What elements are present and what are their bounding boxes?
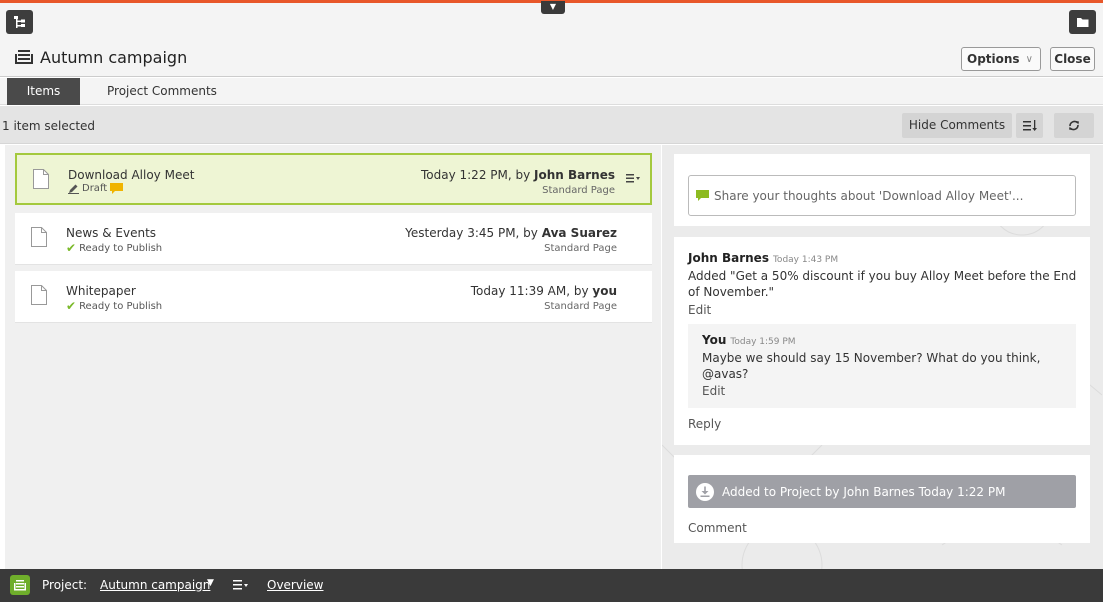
activity-card: Added to Project by John Barnes Today 1:… (674, 455, 1090, 543)
page-icon (33, 169, 49, 189)
options-label: Options (967, 52, 1020, 66)
caret-down-icon[interactable]: ▼ (207, 578, 214, 588)
caret-down-icon: ▼ (549, 2, 557, 11)
refresh-button[interactable] (1054, 113, 1094, 138)
reply-author: You (702, 333, 727, 347)
item-status: ✔ Ready to Publish (66, 299, 162, 313)
reply-header: You Today 1:59 PM (702, 333, 796, 347)
activity-banner: Added to Project by John Barnes Today 1:… (688, 475, 1076, 508)
comment-author: John Barnes (688, 251, 769, 265)
item-modified: Today 1:22 PM, by John Barnes (420, 168, 615, 182)
status-label: Draft (82, 183, 108, 194)
overview-link[interactable]: Overview (267, 578, 324, 592)
reply-comment: You Today 1:59 PM Maybe we should say 15 … (688, 324, 1076, 408)
close-button[interactable]: Close (1050, 47, 1095, 71)
comment-input[interactable]: Share your thoughts about 'Download Allo… (688, 175, 1076, 216)
check-icon: ✔ (66, 241, 77, 255)
sort-button[interactable] (1016, 113, 1043, 138)
edit-comment-link[interactable]: Edit (688, 303, 711, 317)
project-icon (15, 50, 33, 64)
toggle-panel-button[interactable]: ▼ (541, 1, 565, 14)
chevron-down-icon: ∨ (1025, 53, 1033, 65)
item-status: Draft (68, 183, 124, 194)
folder-icon (1077, 18, 1089, 27)
download-icon (696, 482, 714, 501)
selection-count: 1 item selected (2, 119, 96, 133)
status-label: Ready to Publish (79, 300, 163, 312)
options-button[interactable]: Options ∨ (961, 47, 1041, 71)
list-item[interactable]: Download Alloy Meet Draft Today 1:22 PM,… (15, 153, 652, 205)
list-item[interactable]: News & Events ✔ Ready to Publish Yesterd… (15, 213, 652, 265)
reply-text: Maybe we should say 15 November? What do… (702, 351, 1041, 381)
assets-pane-button[interactable] (1069, 10, 1096, 34)
comment-header: John Barnes Today 1:43 PM (688, 251, 838, 265)
comment-icon (110, 183, 124, 194)
comment-link[interactable]: Comment (688, 521, 747, 535)
tab-items[interactable]: Items (7, 78, 80, 105)
status-label: Ready to Publish (79, 242, 163, 254)
page-title: Autumn campaign (40, 48, 188, 67)
new-comment-card: Share your thoughts about 'Download Allo… (674, 154, 1090, 226)
item-type: Standard Page (542, 185, 615, 196)
project-bar: Project: Autumn campaign ▼ Overview (0, 569, 1103, 602)
comment-icon (696, 190, 709, 201)
item-type: Standard Page (544, 301, 617, 312)
project-menu-icon[interactable] (233, 579, 249, 591)
hide-comments-button[interactable]: Hide Comments (902, 113, 1012, 138)
activity-text: Added to Project by John Barnes Today 1:… (722, 484, 1006, 499)
tab-bar: Items Project Comments (0, 78, 1103, 105)
item-menu-icon[interactable] (626, 172, 640, 184)
items-toolbar: 1 item selected Hide Comments (0, 106, 1103, 144)
comment-thread: John Barnes Today 1:43 PM Added "Get a 50… (674, 237, 1090, 445)
refresh-icon (1069, 120, 1079, 131)
tab-project-comments[interactable]: Project Comments (107, 78, 217, 105)
project-items-list: Download Alloy Meet Draft Today 1:22 PM,… (5, 145, 661, 569)
comment-time: Today 1:43 PM (772, 255, 839, 265)
item-status: ✔ Ready to Publish (66, 241, 162, 255)
check-icon: ✔ (66, 299, 77, 313)
reply-time: Today 1:59 PM (730, 337, 796, 347)
header: Autumn campaign Options ∨ Close (0, 3, 1103, 77)
project-label: Project: (42, 578, 88, 592)
project-selector[interactable]: Autumn campaign (100, 578, 210, 592)
sort-icon (1023, 120, 1037, 131)
navigation-tree-button[interactable] (6, 10, 33, 34)
comment-text: Added "Get a 50% discount if you buy All… (688, 269, 1077, 299)
comment-placeholder: Share your thoughts about 'Download Allo… (714, 188, 1024, 203)
item-name: Whitepaper (66, 284, 136, 298)
list-item[interactable]: Whitepaper ✔ Ready to Publish Today 11:3… (15, 271, 652, 323)
item-modified: Today 11:39 AM, by you (470, 284, 617, 298)
item-name: News & Events (66, 226, 157, 240)
item-modified: Yesterday 3:45 PM, by Ava Suarez (405, 226, 617, 240)
item-type: Standard Page (544, 243, 617, 254)
page-icon (31, 285, 47, 305)
reply-link[interactable]: Reply (688, 417, 721, 431)
comments-pane: Share your thoughts about 'Download Allo… (662, 145, 1103, 569)
pencil-icon (68, 184, 79, 194)
project-icon (10, 575, 30, 595)
page-icon (31, 227, 47, 247)
tree-icon (14, 16, 25, 28)
edit-reply-link[interactable]: Edit (702, 384, 725, 398)
item-name: Download Alloy Meet (68, 168, 195, 182)
